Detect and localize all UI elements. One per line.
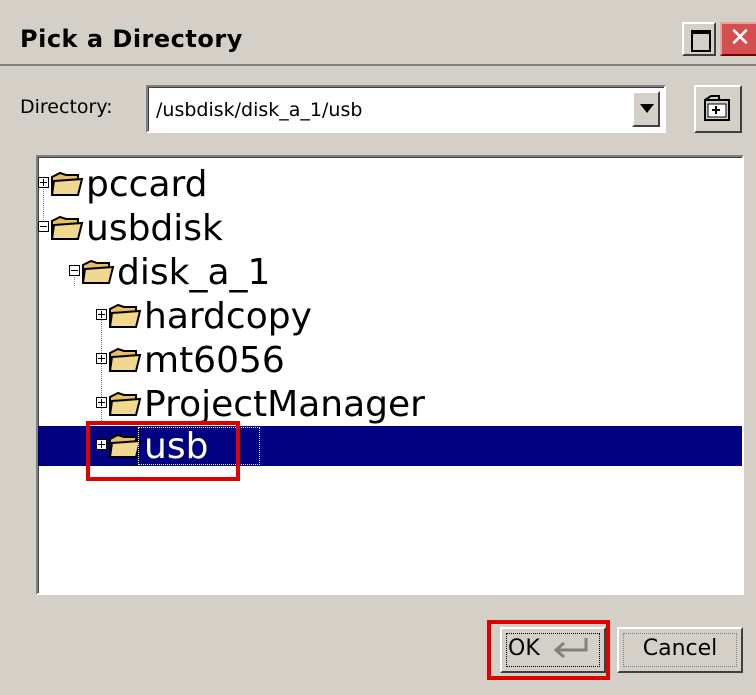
expand-icon[interactable] xyxy=(96,397,107,408)
folder-icon xyxy=(108,347,142,372)
expand-icon[interactable] xyxy=(96,309,107,320)
highlight-box-ok xyxy=(487,620,610,680)
expand-icon[interactable] xyxy=(96,353,107,364)
expand-icon[interactable] xyxy=(38,177,49,188)
maximize-button[interactable] xyxy=(682,22,716,56)
folder-icon xyxy=(81,259,115,284)
pick-directory-dialog: Pick a Directory ✕ Directory: /usbdisk/d… xyxy=(0,0,756,695)
tree-item-label: hardcopy xyxy=(144,296,312,337)
focus-rectangle xyxy=(623,633,737,667)
folder-icon xyxy=(108,303,142,328)
cancel-button[interactable]: Cancel xyxy=(617,627,743,673)
directory-label: Directory: xyxy=(20,96,113,118)
maximize-icon xyxy=(691,30,711,52)
tree-item-label: usbdisk xyxy=(86,208,223,249)
chevron-down-icon xyxy=(640,104,654,113)
tree-item-label: pccard xyxy=(86,164,208,205)
new-folder-icon xyxy=(704,95,730,121)
directory-combobox[interactable]: /usbdisk/disk_a_1/usb xyxy=(146,85,666,133)
title-divider xyxy=(0,64,756,66)
close-button[interactable]: ✕ xyxy=(720,22,756,56)
folder-icon xyxy=(50,171,84,196)
dialog-title: Pick a Directory xyxy=(20,25,243,53)
dropdown-button[interactable] xyxy=(632,91,660,127)
new-folder-button[interactable] xyxy=(694,85,742,133)
collapse-icon[interactable] xyxy=(69,265,80,276)
folder-icon xyxy=(50,215,84,240)
folder-icon xyxy=(108,391,142,416)
tree-item-label: disk_a_1 xyxy=(117,252,271,293)
directory-value[interactable]: /usbdisk/disk_a_1/usb xyxy=(156,99,362,121)
collapse-icon[interactable] xyxy=(38,221,49,232)
directory-tree[interactable]: pccard usbdisk disk_a_1 hardcopy mt6056 … xyxy=(36,155,744,595)
title-bar[interactable]: Pick a Directory ✕ xyxy=(0,0,756,66)
highlight-box-usb xyxy=(86,421,240,481)
tree-item-label: mt6056 xyxy=(144,340,285,381)
close-icon: ✕ xyxy=(729,23,751,53)
